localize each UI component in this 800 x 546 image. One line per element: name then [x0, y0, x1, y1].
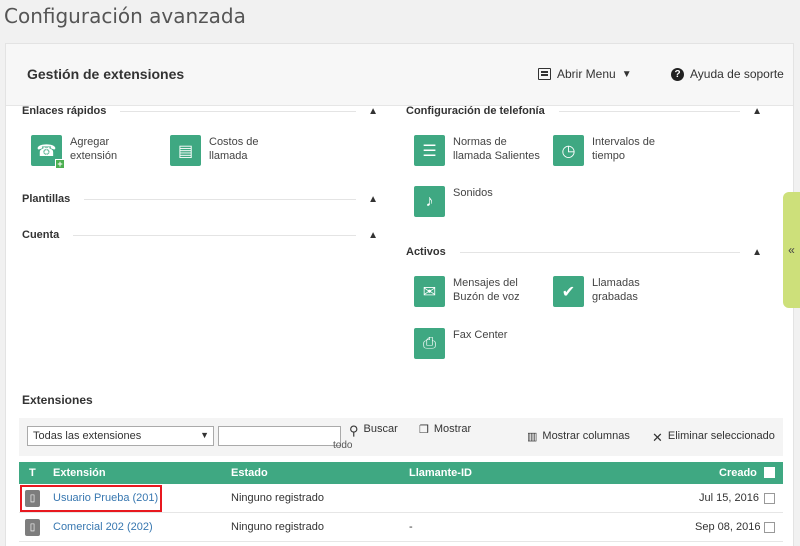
- section-templates[interactable]: Plantillas ▲: [22, 193, 378, 205]
- collapse-icon[interactable]: ▲: [368, 194, 378, 205]
- divider: [459, 251, 741, 253]
- collapse-icon[interactable]: ▲: [368, 106, 378, 117]
- table-row: ▯ Comercial 202 (202) Ninguno registrado…: [19, 513, 783, 542]
- tile-sounds[interactable]: ♪ Sonidos: [414, 186, 543, 217]
- collapse-icon[interactable]: ▲: [752, 106, 762, 117]
- tile-time-intervals[interactable]: ◷ Intervalos de tiempo: [553, 135, 682, 166]
- panel-header: Gestión de extensiones Abrir Menu ▼ ? Ay…: [6, 44, 793, 106]
- columns-icon: ▥: [527, 431, 538, 443]
- section-title: Activos: [406, 246, 446, 258]
- help-icon: ?: [671, 67, 684, 81]
- open-menu-button[interactable]: Abrir Menu ▼: [538, 67, 632, 81]
- search-icon: ⚲: [349, 423, 359, 438]
- highlight-box: [20, 485, 162, 512]
- envelope-icon: ✉: [414, 276, 445, 307]
- section-assets[interactable]: Activos ▲: [406, 246, 762, 258]
- created-cell: Sep 08, 2016: [695, 521, 761, 533]
- table-header: T Extensión Estado Llamante-ID Creado: [19, 462, 783, 484]
- tile-outbound-rules[interactable]: ☰ Normas de llamada Salientes: [414, 135, 543, 166]
- section-account[interactable]: Cuenta ▲: [22, 229, 378, 241]
- menu-icon: [538, 68, 551, 80]
- column-header-type[interactable]: T: [29, 467, 36, 479]
- close-icon: ✕: [652, 430, 663, 445]
- section-quick-links[interactable]: Enlaces rápidos ▲: [22, 105, 378, 117]
- support-help-button[interactable]: ? Ayuda de soporte: [671, 67, 784, 81]
- status-cell: Ninguno registrado: [231, 492, 324, 504]
- panel-title: Gestión de extensiones: [27, 66, 185, 82]
- music-note-icon: ♪: [414, 186, 445, 217]
- section-phone-config[interactable]: Configuración de telefonía ▲: [406, 105, 762, 117]
- wallet-icon: ▤: [170, 135, 201, 166]
- divider: [73, 234, 357, 236]
- caller-id-cell: -: [409, 521, 413, 533]
- section-title: Configuración de telefonía: [406, 105, 545, 117]
- collapse-icon[interactable]: ▲: [368, 230, 378, 241]
- recorded-calls-icon: ✔: [553, 276, 584, 307]
- chevron-down-icon: ▼: [621, 68, 632, 80]
- search-button[interactable]: ⚲ Buscar: [349, 423, 398, 439]
- phone-device-icon: ▯: [25, 519, 40, 536]
- divider: [120, 110, 357, 112]
- page-title: Configuración avanzada: [4, 4, 246, 28]
- support-help-label: Ayuda de soporte: [690, 67, 784, 81]
- created-cell: Jul 15, 2016: [699, 492, 759, 504]
- section-title: Enlaces rápidos: [22, 105, 107, 117]
- row-checkbox[interactable]: [764, 493, 775, 504]
- divider: [84, 198, 357, 200]
- extension-filter-select[interactable]: Todas las extensiones ▼: [27, 426, 214, 446]
- row-checkbox[interactable]: [764, 522, 775, 533]
- extensions-title: Extensiones: [22, 393, 93, 407]
- tile-voicemail[interactable]: ✉ Mensajes del Buzón de voz: [414, 276, 543, 307]
- column-header-created[interactable]: Creado: [719, 467, 757, 479]
- collapse-icon[interactable]: ▲: [752, 247, 762, 258]
- side-panel-toggle[interactable]: «: [783, 192, 800, 308]
- open-menu-label: Abrir Menu: [557, 67, 616, 81]
- column-header-status[interactable]: Estado: [231, 467, 268, 479]
- outbound-rules-icon: ☰: [414, 135, 445, 166]
- chevron-down-icon: ▼: [200, 430, 209, 440]
- tile-call-costs[interactable]: ▤ Costos de llamada: [170, 135, 299, 166]
- windows-icon: ❐: [419, 424, 429, 436]
- column-header-extension[interactable]: Extensión: [53, 467, 106, 479]
- tile-fax-center[interactable]: ⎙ Fax Center: [414, 328, 543, 359]
- show-button[interactable]: ❐ Mostrar: [419, 423, 471, 436]
- tile-add-extension[interactable]: ☎ + Agregar extensión: [31, 135, 160, 169]
- phone-add-icon: ☎ +: [31, 135, 65, 169]
- extension-link[interactable]: Comercial 202 (202): [53, 521, 153, 533]
- double-chevron-left-icon: «: [788, 243, 795, 257]
- divider: [558, 110, 741, 112]
- tile-recorded-calls[interactable]: ✔ Llamadas grabadas: [553, 276, 682, 307]
- search-all-label: todo: [333, 440, 353, 451]
- status-cell: Ninguno registrado: [231, 521, 324, 533]
- stopwatch-icon: ◷: [553, 135, 584, 166]
- delete-selected-button[interactable]: ✕ Eliminar seleccionado: [652, 430, 775, 446]
- show-columns-button[interactable]: ▥ Mostrar columnas: [527, 430, 630, 443]
- fax-icon: ⎙: [414, 328, 445, 359]
- column-header-caller-id[interactable]: Llamante-ID: [409, 467, 472, 479]
- select-all-checkbox[interactable]: [764, 467, 775, 478]
- section-title: Cuenta: [22, 229, 60, 241]
- section-title: Plantillas: [22, 193, 71, 205]
- search-input[interactable]: [218, 426, 341, 446]
- extensions-toolbar: Todas las extensiones ▼ ⚲ Buscar todo ❐ …: [19, 418, 783, 456]
